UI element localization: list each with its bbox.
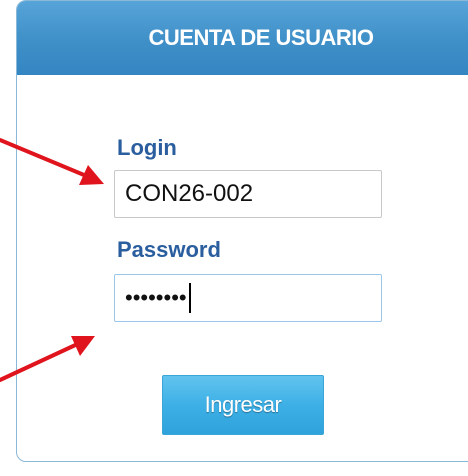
login-value: CON26-002: [125, 180, 254, 207]
ingresar-button[interactable]: Ingresar: [162, 375, 324, 435]
password-label: Password: [117, 237, 221, 262]
login-field[interactable]: CON26-002: [114, 170, 382, 218]
text-caret: [188, 283, 191, 313]
panel-header: CUENTA DE USUARIO: [17, 1, 468, 75]
panel-title: CUENTA DE USUARIO: [148, 25, 374, 50]
login-label: Login: [117, 135, 177, 160]
screenshot-stage: CUENTA DE USUARIO Login CON26-002 Passwo…: [0, 0, 468, 476]
password-field[interactable]: ••••••••: [114, 274, 382, 322]
password-masked-value: ••••••••: [125, 285, 187, 310]
